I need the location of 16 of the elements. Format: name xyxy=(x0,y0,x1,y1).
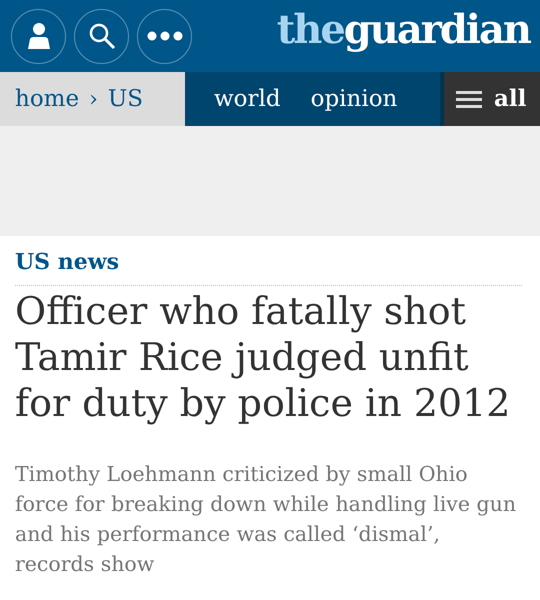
breadcrumb-link[interactable]: home xyxy=(15,82,80,116)
nav-link[interactable]: world xyxy=(214,82,281,116)
breadcrumb-separator: › xyxy=(89,86,98,114)
more-icon xyxy=(146,31,182,41)
profile-icon xyxy=(26,22,52,50)
standfirst: Timothy Loehmann criticized by small Ohio force for breaking down while handling live gun and his performance was called ‘dismal’, records show xyxy=(15,461,518,578)
nav-link[interactable]: opinion xyxy=(310,82,398,116)
headline: Officer who fatally shot Tamir Rice judged unfit for duty by police in 2012 xyxy=(15,288,512,426)
profile-button[interactable] xyxy=(11,8,66,64)
search-icon xyxy=(88,22,116,50)
menu-icon xyxy=(456,90,482,108)
all-sections-button[interactable]: all xyxy=(440,72,540,126)
section-label[interactable]: US news xyxy=(15,246,522,286)
breadcrumb-link[interactable]: US xyxy=(108,82,144,116)
search-button[interactable] xyxy=(74,8,129,64)
more-button[interactable] xyxy=(137,8,192,64)
